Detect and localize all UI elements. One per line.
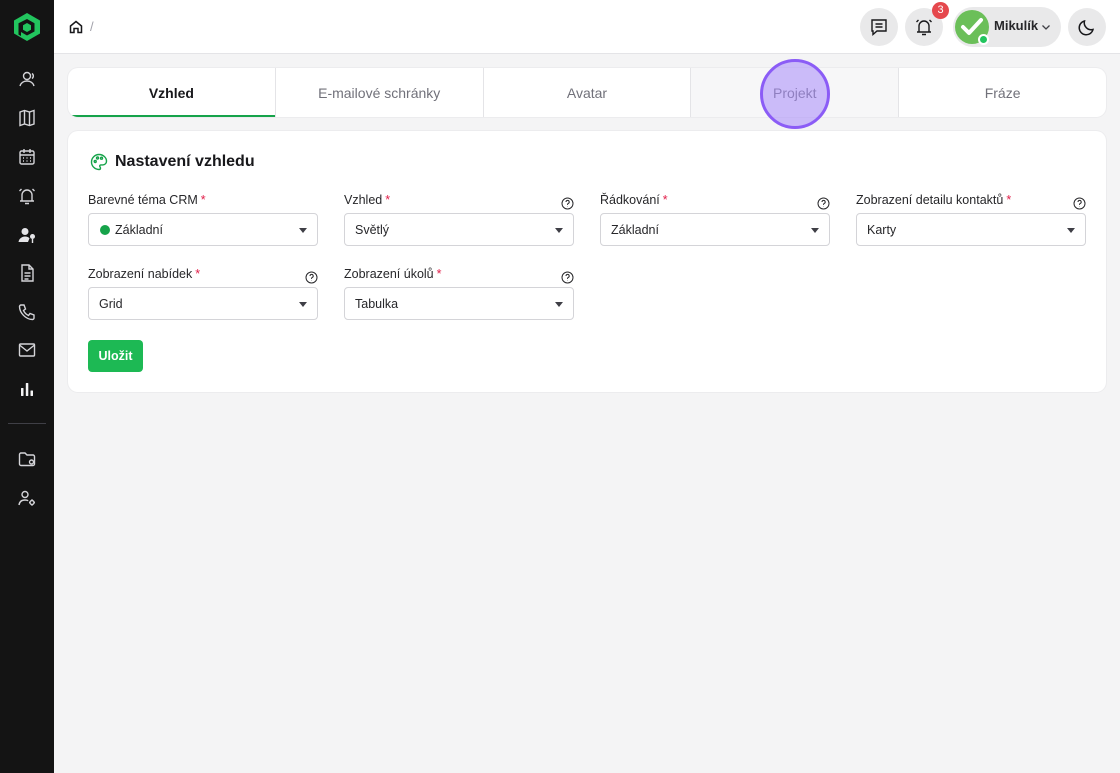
chart-icon[interactable] — [15, 377, 39, 401]
users-settings-icon[interactable] — [15, 486, 39, 510]
required-mark: * — [195, 267, 201, 281]
contacts-icon[interactable] — [15, 67, 39, 91]
moon-icon — [1078, 19, 1095, 36]
help-icon[interactable] — [817, 197, 830, 210]
user-menu[interactable]: Mikulík — [953, 7, 1061, 47]
help-icon[interactable] — [305, 271, 318, 284]
tab-phrases[interactable]: Fráze — [899, 68, 1106, 117]
caret-down-icon — [1067, 228, 1075, 233]
caret-down-icon — [811, 228, 819, 233]
field-label-text: Zobrazení nabídek — [88, 267, 193, 281]
color-theme-select[interactable]: Základní — [88, 213, 318, 246]
line-spacing-select[interactable]: Základní — [600, 213, 830, 246]
notification-badge: 3 — [932, 2, 949, 19]
field-line-spacing: Řádkování * Základní — [600, 193, 830, 246]
phone-icon[interactable] — [15, 300, 39, 324]
document-icon[interactable] — [15, 261, 39, 285]
field-label-text: Zobrazení detailu kontaktů — [856, 193, 1004, 207]
top-bar: / 3 Mikulík — [54, 0, 1120, 54]
home-icon[interactable] — [68, 19, 84, 35]
select-value: Základní — [115, 223, 163, 237]
sidebar-divider — [8, 423, 46, 424]
field-label-text: Řádkování — [600, 193, 660, 207]
field-label-text: Vzhled — [344, 193, 383, 207]
tab-vzhled[interactable]: Vzhled — [68, 68, 276, 117]
help-icon[interactable] — [1073, 197, 1086, 210]
select-value: Karty — [867, 223, 897, 237]
field-tasks-view: Zobrazení úkolů * Tabulka — [344, 267, 574, 320]
select-value: Tabulka — [355, 297, 399, 311]
messages-button[interactable] — [860, 8, 898, 46]
mail-icon[interactable] — [15, 338, 39, 362]
map-icon[interactable] — [15, 106, 39, 130]
online-status-dot — [978, 34, 989, 45]
field-color-theme: Barevné téma CRM * Základní — [88, 193, 318, 246]
caret-down-icon — [299, 228, 307, 233]
field-label: Zobrazení detailu kontaktů * — [856, 193, 1086, 211]
field-label-text: Barevné téma CRM — [88, 193, 198, 207]
help-icon[interactable] — [561, 197, 574, 210]
tab-project[interactable]: Projekt — [691, 68, 900, 117]
user-pin-icon[interactable] — [15, 223, 39, 247]
theme-color-dot — [100, 225, 110, 235]
alarm-icon[interactable] — [15, 184, 39, 208]
chevron-down-icon — [1042, 25, 1050, 30]
offers-view-select[interactable]: Grid — [88, 287, 318, 320]
chat-icon — [871, 19, 887, 37]
tab-avatar[interactable]: Avatar — [484, 68, 692, 117]
calendar-icon[interactable] — [15, 145, 39, 169]
required-mark: * — [436, 267, 442, 281]
folder-settings-icon[interactable] — [15, 447, 39, 471]
tasks-view-select[interactable]: Tabulka — [344, 287, 574, 320]
field-label: Řádkování * — [600, 193, 830, 211]
required-mark: * — [662, 193, 668, 207]
help-icon[interactable] — [561, 271, 574, 284]
card-title: Nastavení vzhledu — [115, 153, 255, 170]
contact-detail-view-select[interactable]: Karty — [856, 213, 1086, 246]
field-offers-view: Zobrazení nabídek * Grid — [88, 267, 318, 320]
logo-icon[interactable] — [13, 12, 41, 42]
select-value: Základní — [611, 223, 659, 237]
field-label: Zobrazení úkolů * — [344, 267, 574, 285]
field-label: Zobrazení nabídek * — [88, 267, 318, 285]
field-appearance: Vzhled * Světlý — [344, 193, 574, 246]
field-label: Barevné téma CRM * — [88, 193, 318, 211]
required-mark: * — [1006, 193, 1012, 207]
appearance-select[interactable]: Světlý — [344, 213, 574, 246]
user-name: Mikulík — [994, 18, 1039, 33]
appearance-settings-card: Nastavení vzhledu Barevné téma CRM * Zákl… — [68, 131, 1106, 392]
required-mark: * — [200, 193, 206, 207]
caret-down-icon — [555, 302, 563, 307]
select-value: Grid — [99, 297, 123, 311]
field-label-text: Zobrazení úkolů — [344, 267, 434, 281]
caret-down-icon — [299, 302, 307, 307]
breadcrumb-separator: / — [90, 19, 94, 34]
sidebar — [0, 0, 54, 773]
settings-tabs: Vzhled E-mailové schránky Avatar Projekt… — [68, 68, 1106, 117]
select-value: Světlý — [355, 223, 390, 237]
tab-email-inboxes[interactable]: E-mailové schránky — [276, 68, 484, 117]
dark-mode-toggle[interactable] — [1068, 8, 1106, 46]
palette-icon — [90, 153, 108, 171]
required-mark: * — [385, 193, 391, 207]
caret-down-icon — [555, 228, 563, 233]
save-button[interactable]: Uložit — [88, 340, 143, 372]
field-label: Vzhled * — [344, 193, 574, 211]
field-contact-detail-view: Zobrazení detailu kontaktů * Karty — [856, 193, 1086, 246]
alarm-bell-icon — [916, 19, 932, 36]
